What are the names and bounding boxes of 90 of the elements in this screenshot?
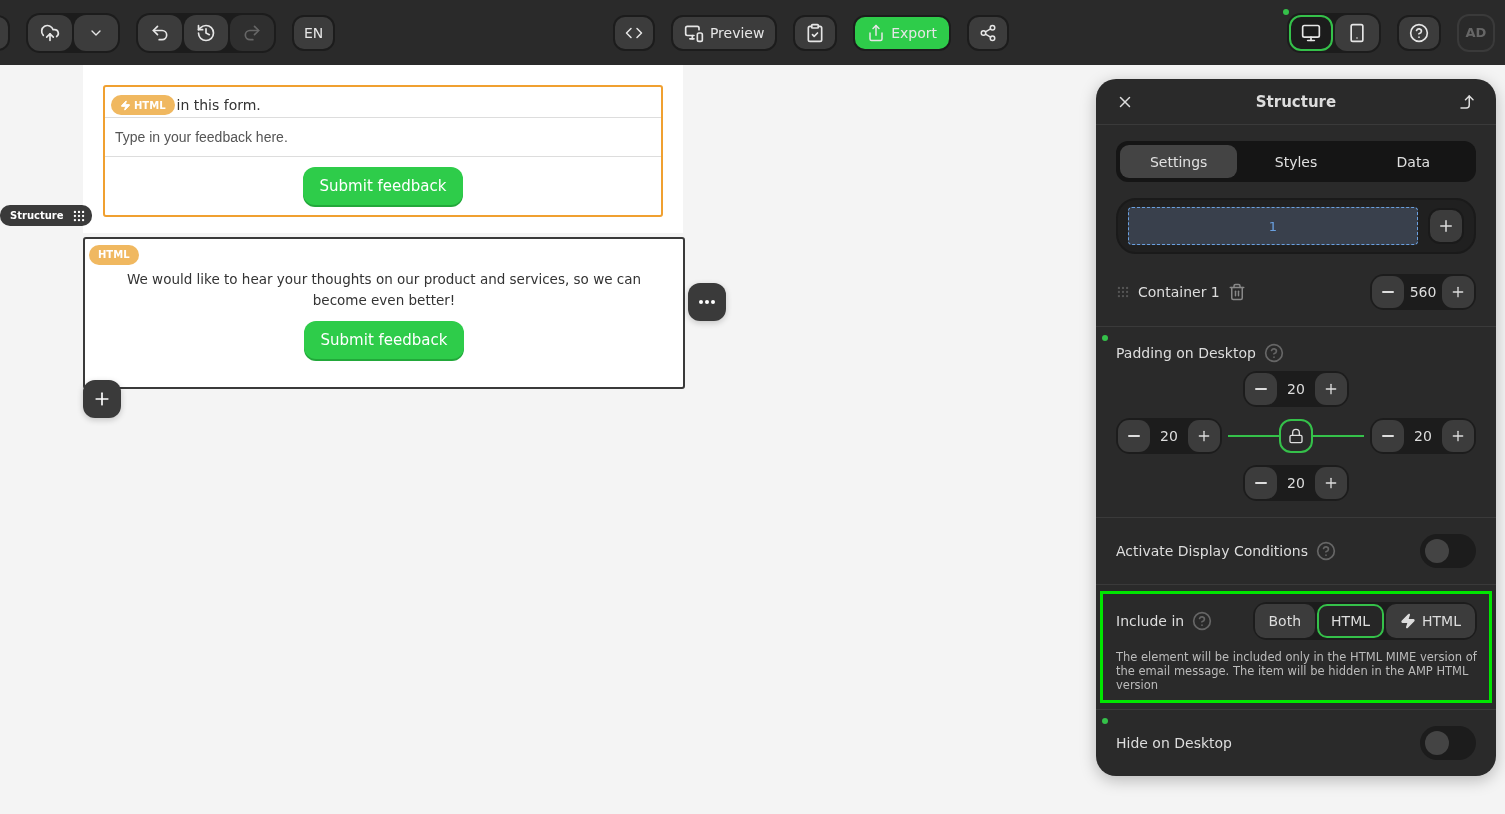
form-intro-text: in this form.: [176, 97, 261, 113]
help-icon: [1409, 22, 1429, 43]
column-slot[interactable]: 1: [1128, 207, 1418, 246]
include-option[interactable]: HTML: [1386, 604, 1475, 638]
export-icon: [867, 23, 886, 42]
container-name: Container 1: [1138, 284, 1220, 300]
stepper-value: 560: [1408, 284, 1438, 300]
tab[interactable]: Styles: [1237, 145, 1355, 179]
plus-icon: [1196, 428, 1212, 444]
number-stepper[interactable]: 560: [1370, 274, 1476, 310]
cloud-upload-icon: [40, 22, 60, 43]
history-icon: [196, 22, 216, 43]
padding-label: Padding on Desktop: [1116, 345, 1256, 361]
undo-button[interactable]: [138, 14, 182, 51]
increase-button[interactable]: [1315, 373, 1347, 405]
feedback-field[interactable]: Type in your feedback here.: [105, 117, 661, 157]
tab[interactable]: Settings: [1120, 145, 1238, 179]
hide-desktop-toggle[interactable]: [1420, 726, 1476, 760]
number-stepper[interactable]: 20: [1243, 465, 1349, 501]
history-button[interactable]: [184, 14, 228, 51]
display-conditions-toggle[interactable]: [1420, 534, 1476, 568]
stepper-value: 20: [1159, 428, 1179, 444]
help-button[interactable]: [1397, 14, 1441, 51]
plus-icon: [1450, 284, 1466, 300]
structure-tag[interactable]: Structure: [0, 205, 92, 226]
help-icon: [1316, 541, 1336, 561]
include-description: The element will be included only in the HTML MIME version of the email message. The item will be hidden in the AMP HTML version: [1116, 650, 1477, 692]
include-in-label: Include in: [1116, 613, 1185, 629]
lightning-icon: [1400, 613, 1417, 629]
share-icon: [979, 23, 998, 42]
stepper-value: 20: [1413, 428, 1433, 444]
redo-icon: [242, 22, 262, 43]
ellipsis-icon: [699, 300, 715, 304]
minus-icon: [1255, 388, 1267, 390]
add-column-button[interactable]: [1428, 208, 1464, 245]
number-stepper[interactable]: 20: [1116, 418, 1222, 454]
decrease-button[interactable]: [1372, 276, 1404, 308]
display-conditions-label: Activate Display Conditions: [1116, 543, 1308, 559]
feedback-paragraph: We would like to hear your thoughts on our product and services, so we can become even better!: [125, 269, 643, 310]
go-up-button[interactable]: [1458, 92, 1476, 111]
increase-button[interactable]: [1442, 276, 1474, 308]
share-button[interactable]: [967, 14, 1010, 51]
grip-icon: [72, 208, 86, 223]
structure-label: Structure: [10, 210, 64, 221]
upload-button[interactable]: [28, 14, 72, 51]
decrease-button[interactable]: [1245, 373, 1277, 405]
increase-button[interactable]: [1315, 467, 1347, 499]
checklist-button[interactable]: [793, 14, 838, 51]
monitor-icon: [1301, 22, 1321, 43]
help-icon: [1263, 343, 1284, 363]
hide-desktop-label: Hide on Desktop: [1116, 735, 1232, 751]
desktop-mode-button[interactable]: [1289, 14, 1333, 51]
panel-title: Structure: [1255, 92, 1337, 111]
include-option[interactable]: Both: [1254, 604, 1316, 638]
plus-icon: [1323, 381, 1339, 397]
plus-icon: [1323, 475, 1339, 491]
decrease-button[interactable]: [1245, 467, 1277, 499]
amp-html-badge: HTML: [111, 95, 175, 115]
code-button[interactable]: [613, 14, 656, 51]
stepper-value: 20: [1286, 381, 1306, 397]
add-block-button[interactable]: [83, 380, 121, 418]
smartphone-icon: [1347, 22, 1367, 43]
decrease-button[interactable]: [1118, 420, 1150, 452]
trash-icon[interactable]: [1227, 283, 1246, 301]
decrease-button[interactable]: [1372, 420, 1404, 452]
lock-button[interactable]: [1279, 419, 1313, 453]
language-button[interactable]: EN: [292, 14, 336, 51]
mobile-mode-button[interactable]: [1335, 14, 1379, 51]
more-options-button[interactable]: [688, 283, 726, 321]
minus-icon: [1128, 435, 1140, 437]
drag-handle-icon[interactable]: [1116, 285, 1130, 299]
html-badge: HTML: [89, 244, 139, 265]
lock-icon: [1288, 428, 1304, 444]
tab[interactable]: Data: [1354, 145, 1472, 179]
clipboard-check-icon: [805, 22, 826, 43]
minus-icon: [1382, 291, 1394, 293]
number-stepper[interactable]: 20: [1370, 418, 1476, 454]
undo-icon: [150, 22, 170, 43]
increase-button[interactable]: [1442, 420, 1474, 452]
minus-icon: [1255, 482, 1267, 484]
plus-icon: [1450, 428, 1466, 444]
include-option[interactable]: HTML: [1317, 604, 1385, 638]
number-stepper[interactable]: 20: [1243, 371, 1349, 407]
feedback-input[interactable]: Type in your feedback here.: [105, 129, 661, 145]
minus-icon: [1382, 435, 1394, 437]
preview-button[interactable]: Preview: [671, 14, 778, 51]
increase-button[interactable]: [1188, 420, 1220, 452]
stepper-value: 20: [1286, 475, 1306, 491]
help-icon: [1192, 611, 1213, 631]
lightning-icon: [120, 99, 131, 111]
